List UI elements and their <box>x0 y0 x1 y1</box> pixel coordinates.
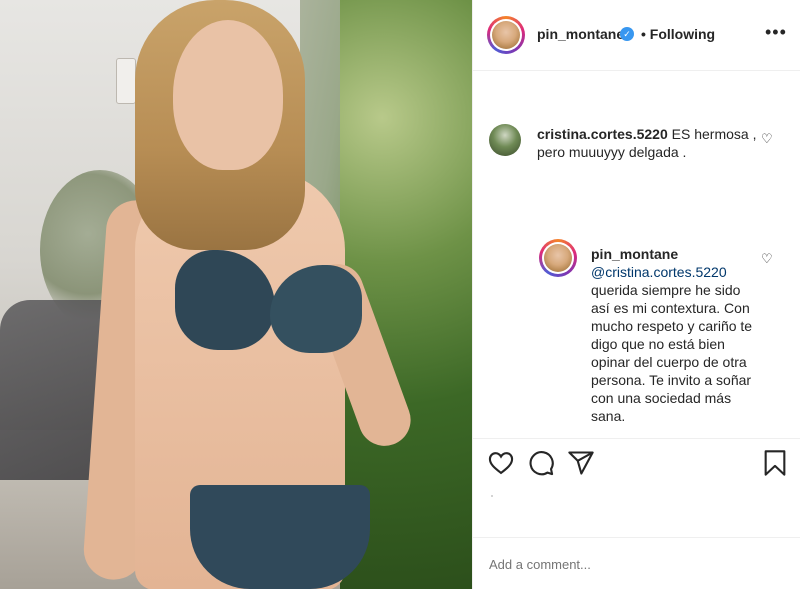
reply-item: pin_montane @cristina.cortes.5220 querid… <box>591 245 761 425</box>
heart-icon[interactable] <box>487 449 515 477</box>
photo-bikini-bottom <box>190 485 370 589</box>
add-comment-input[interactable] <box>487 552 781 576</box>
comment-like-heart-icon[interactable]: ♡ <box>761 131 773 147</box>
add-comment-bar <box>473 537 800 590</box>
post-photo[interactable] <box>0 0 472 589</box>
reply-avatar[interactable] <box>539 239 577 277</box>
profile-avatar[interactable] <box>487 16 525 54</box>
reply-mention[interactable]: @cristina.cortes.5220 <box>591 263 761 281</box>
reply-username[interactable]: pin_montane <box>591 245 761 263</box>
likes-placeholder-dot <box>491 495 493 497</box>
post-header: pin_montane ✓ • Following ••• <box>473 0 800 71</box>
header-username[interactable]: pin_montane <box>537 26 624 42</box>
comment-avatar[interactable] <box>489 124 521 156</box>
more-options-icon[interactable]: ••• <box>765 22 787 43</box>
post-actions <box>473 438 800 489</box>
comment-icon[interactable] <box>527 449 555 477</box>
avatar-image <box>492 21 520 49</box>
post-sidebar: pin_montane ✓ • Following ••• cristina.c… <box>472 0 800 589</box>
photo-person <box>81 0 418 589</box>
reply-like-heart-icon[interactable]: ♡ <box>761 251 773 267</box>
avatar-image <box>544 244 572 272</box>
photo-person-face <box>173 20 283 170</box>
comments-list: cristina.cortes.5220 ES hermosa , pero m… <box>473 71 800 439</box>
reply-text: querida siempre he sido así es mi contex… <box>591 282 753 424</box>
comment-username[interactable]: cristina.cortes.5220 <box>537 126 668 142</box>
paper-plane-icon[interactable] <box>567 449 595 477</box>
following-label[interactable]: • Following <box>641 26 715 42</box>
bookmark-icon[interactable] <box>761 449 789 477</box>
comment-item: cristina.cortes.5220 ES hermosa , pero m… <box>537 125 757 161</box>
verified-badge-icon: ✓ <box>620 27 634 41</box>
